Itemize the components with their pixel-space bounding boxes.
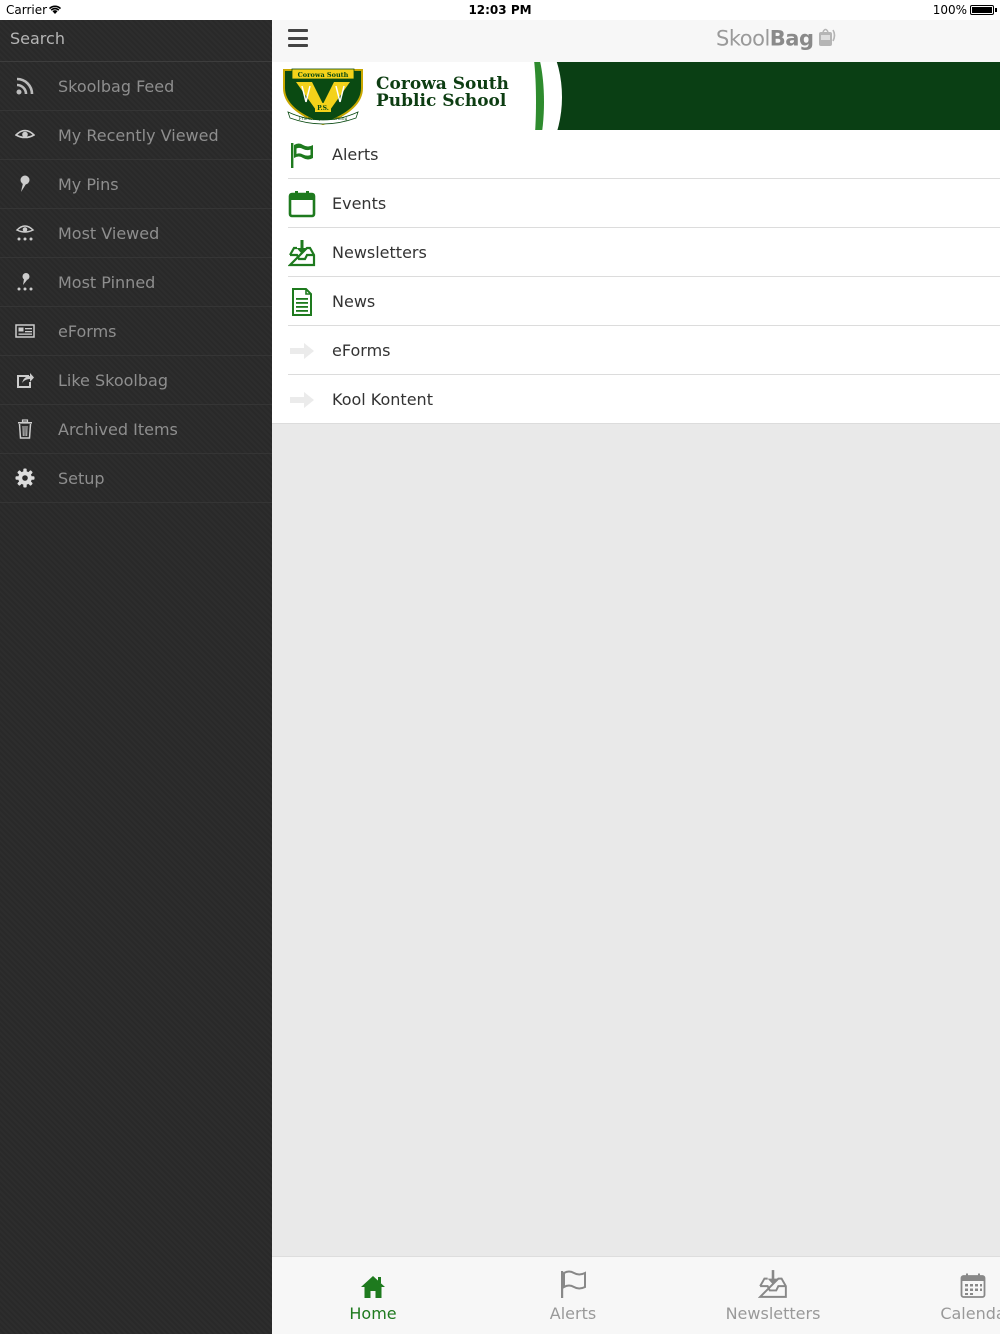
tab-label: Alerts [549,1304,597,1323]
tab-alerts[interactable]: Alerts [513,1257,633,1334]
sidebar-item-label: My Pins [58,174,119,194]
sidebar-item-label: Most Pinned [58,272,156,292]
inbox-download-icon [272,239,332,267]
sidebar-item-label: Skoolbag Feed [58,76,175,96]
gear-icon [0,468,58,488]
eye-icon [0,128,58,142]
skoolbag-logo: SkoolBag [716,26,838,53]
battery-percent: 100% [932,3,967,17]
banner-stripe-front [514,62,544,130]
sidebar-item-label: Setup [58,468,105,488]
id-card-icon [0,324,58,338]
tab-calendar[interactable]: Calenda [913,1257,1000,1334]
main-content: Alerts Events Newsletters News eForms Ko… [272,130,1000,1256]
sidebar-item-label: Most Viewed [58,223,160,243]
search-input[interactable] [10,29,262,48]
menu-item-label: Kool Kontent [332,390,433,409]
menu-item-eforms[interactable]: eForms [272,326,1000,375]
arrow-right-icon [272,341,332,361]
menu-item-label: News [332,292,376,311]
battery-icon [970,5,997,15]
brand-light: Skool [716,26,770,51]
tab-newsletters[interactable]: Newsletters [713,1257,833,1334]
menu-item-alerts[interactable]: Alerts [272,130,1000,179]
sidebar-item-most-viewed[interactable]: Most Viewed [0,209,272,258]
sidebar-item-label: My Recently Viewed [58,125,219,145]
menu-item-kool-kontent[interactable]: Kool Kontent [272,375,1000,424]
pin-dots-icon [0,272,58,292]
sidebar-item-label: Like Skoolbag [58,370,168,390]
trash-icon [0,419,58,439]
sidebar: Skoolbag Feed My Recently Viewed My Pins… [0,20,272,1334]
menu-item-label: eForms [332,341,391,360]
crest-top-text: Corowa South [298,71,349,79]
home-menu-list: Alerts Events Newsletters News eForms Ko… [272,130,1000,424]
school-crest-logo: Corowa South P.S. Friendship & Learning [283,68,363,126]
menu-item-label: Newsletters [332,243,427,262]
menu-item-label: Alerts [332,145,379,164]
flag-icon [272,141,332,169]
menu-item-newsletters[interactable]: Newsletters [272,228,1000,277]
arrow-right-icon [272,390,332,410]
schoolbag-icon [816,26,838,53]
rss-icon [0,76,58,96]
sidebar-item-most-pinned[interactable]: Most Pinned [0,258,272,307]
sidebar-item-skoolbag-feed[interactable]: Skoolbag Feed [0,62,272,111]
sidebar-item-eforms[interactable]: eForms [0,307,272,356]
share-icon [0,371,58,389]
crest-motto-text: Friendship & Learning [298,116,348,121]
clock: 12:03 PM [468,3,532,17]
sidebar-item-like-skoolbag[interactable]: Like Skoolbag [0,356,272,405]
menu-item-events[interactable]: Events [272,179,1000,228]
crest-mid-text: P.S. [317,105,329,112]
tab-label: Home [349,1304,397,1323]
sidebar-item-setup[interactable]: Setup [0,454,272,503]
tab-label: Calenda [940,1304,1000,1323]
flag-icon [558,1269,588,1303]
banner-green-panel [534,62,1000,130]
hamburger-menu-icon[interactable] [288,27,308,49]
sidebar-item-my-recently-viewed[interactable]: My Recently Viewed [0,111,272,160]
document-icon [272,287,332,316]
tab-home[interactable]: Home [313,1257,433,1334]
bottom-tab-bar: Home Alerts Newsletters Calenda [272,1256,1000,1334]
sidebar-item-my-pins[interactable]: My Pins [0,160,272,209]
calendar-icon [272,190,332,218]
sidebar-item-archived-items[interactable]: Archived Items [0,405,272,454]
tab-label: Newsletters [725,1304,821,1323]
sidebar-item-label: eForms [58,321,117,341]
school-name-line-2: Public School [376,91,507,111]
eye-dots-icon [0,224,58,242]
pin-icon [0,174,58,194]
menu-item-news[interactable]: News [272,277,1000,326]
sidebar-item-label: Archived Items [58,419,178,439]
brand-bold: Bag [769,26,814,51]
calendar-grid-icon [960,1273,986,1303]
inbox-download-icon [757,1269,788,1303]
school-name: Corowa South Public School [376,76,509,110]
top-navigation-bar: SkoolBag [272,20,1000,62]
menu-item-label: Events [332,194,387,213]
status-bar: Carrier 12:03 PM 100% [0,0,1000,20]
school-banner: Corowa South P.S. Friendship & Learning … [272,62,1000,130]
home-icon [360,1275,386,1303]
sidebar-search [0,20,272,62]
